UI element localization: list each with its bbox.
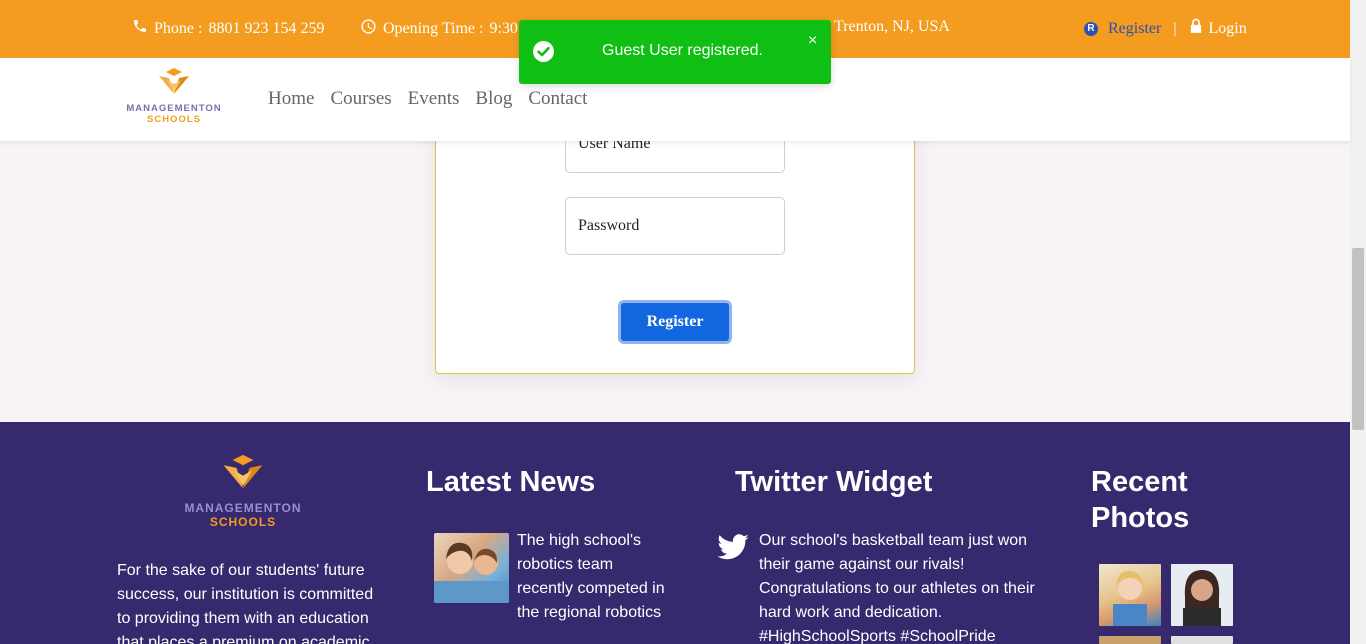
register-submit-button[interactable]: Register (618, 300, 732, 344)
opening-value: 9:30 (489, 20, 518, 37)
nav-item-contact[interactable]: Contact (528, 88, 587, 110)
phone-number: 8801 923 154 259 (208, 19, 325, 37)
twitter-icon (717, 534, 749, 565)
graduation-logo-icon (221, 454, 265, 497)
register-link[interactable]: Register (1108, 20, 1161, 38)
login-link[interactable]: Login (1209, 20, 1247, 38)
opening-label: Opening Time : (383, 20, 484, 37)
site-logo[interactable]: MANAGEMENTON SCHOOLS (122, 68, 226, 125)
phone-label: Phone : (154, 19, 203, 37)
footer-logo-line1: MANAGEMENTON (184, 501, 302, 515)
footer-logo[interactable]: MANAGEMENTON SCHOOLS (176, 454, 310, 529)
recent-photo[interactable] (1099, 564, 1161, 626)
latest-news-heading: Latest News (426, 466, 596, 498)
phone-info: Phone : 8801 923 154 259 (132, 18, 324, 39)
password-input[interactable] (565, 197, 785, 255)
phone-icon (132, 18, 148, 39)
success-toast: Guest User registered. × (519, 20, 831, 84)
recent-photo[interactable] (1171, 564, 1233, 626)
news-thumbnail[interactable] (434, 533, 509, 603)
lock-icon (1189, 18, 1203, 39)
auth-separator: | (1173, 19, 1177, 37)
clock-icon (360, 18, 377, 40)
check-circle-icon (533, 41, 554, 62)
close-icon[interactable]: × (808, 32, 817, 50)
nav-menu: Home Courses Events Blog Contact (268, 88, 587, 110)
nav-item-events[interactable]: Events (408, 88, 460, 110)
logo-line1: MANAGEMENTON (126, 103, 222, 114)
nav-item-courses[interactable]: Courses (330, 88, 391, 110)
nav-item-home[interactable]: Home (268, 88, 314, 110)
address-info: Trenton, NJ, USA (834, 18, 950, 35)
twitter-widget-heading: Twitter Widget (735, 466, 933, 498)
tweet-text: Our school's basketball team just won th… (759, 532, 1035, 644)
scrollbar-thumb[interactable] (1352, 248, 1364, 430)
register-icon: R (1084, 21, 1098, 36)
page-scrollbar[interactable] (1350, 0, 1366, 644)
recent-photo[interactable] (1099, 636, 1161, 644)
footer-about-text: For the sake of our students' future suc… (117, 562, 374, 644)
footer-logo-line2: SCHOOLS (209, 515, 277, 529)
recent-photos-heading: Recent Photos (1091, 466, 1190, 534)
graduation-logo-icon (157, 68, 191, 101)
news-item-text[interactable]: The high school's robotics team recently… (517, 529, 667, 625)
nav-item-blog[interactable]: Blog (475, 88, 512, 110)
logo-line2: SCHOOLS (147, 114, 201, 125)
toast-message: Guest User registered. (602, 42, 763, 59)
opening-time-info: Opening Time : 9:30 (360, 18, 518, 40)
recent-photo[interactable] (1171, 636, 1233, 644)
auth-links: R Register | Login (1084, 18, 1247, 39)
